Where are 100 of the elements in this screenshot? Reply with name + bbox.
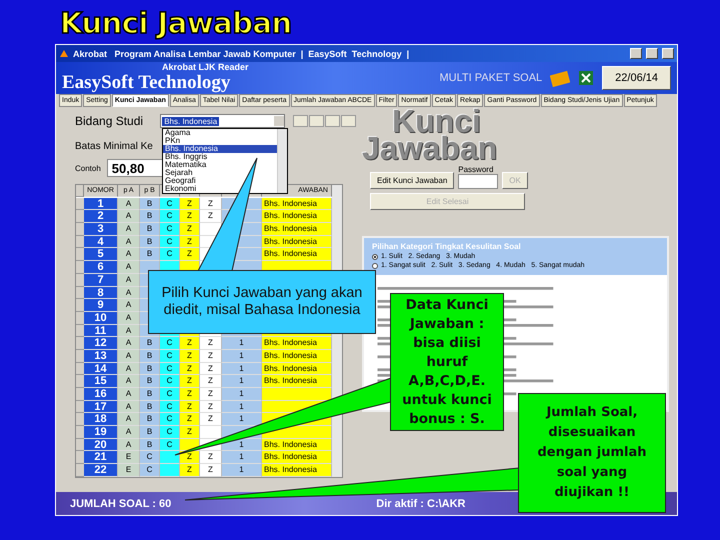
active-directory: Dir aktif : C:\AKR: [376, 498, 466, 510]
table-cell: 1: [222, 413, 262, 426]
table-cell: 21: [84, 451, 118, 464]
table-cell: Z: [200, 198, 222, 210]
table-cell: Z: [180, 248, 200, 262]
table-cell: C: [160, 400, 180, 414]
field-label: Contoh: [75, 164, 101, 172]
question-count: JUMLAH SOAL : 60: [70, 498, 172, 510]
table-cell: Bhs. Indonesia: [262, 438, 332, 452]
table-cell: 5: [84, 248, 118, 262]
table-cell: 3: [84, 223, 118, 236]
table-cell: C: [160, 362, 180, 376]
table-cell: B: [140, 438, 160, 452]
table-cell: C: [160, 223, 180, 236]
table-cell: Z: [180, 464, 200, 477]
table-cell: B: [140, 236, 160, 248]
table-cell: C: [160, 198, 180, 210]
table-cell: C: [160, 438, 180, 452]
table-cell: B: [140, 198, 160, 210]
table-cell: Z: [180, 337, 200, 350]
table-cell: C: [160, 375, 180, 388]
table-cell: B: [140, 426, 160, 439]
table-cell: 20: [84, 438, 118, 452]
table-cell: A: [118, 236, 140, 248]
table-cell: A: [118, 286, 140, 300]
slide-title: Kunci Jawaban: [60, 6, 292, 40]
table-cell: A: [118, 248, 140, 262]
table-cell: C: [160, 337, 180, 350]
table-cell: C: [140, 451, 160, 464]
table-cell: A: [118, 375, 140, 388]
table-cell: Z: [200, 375, 222, 388]
field-label: Password: [458, 165, 494, 174]
table-cell: Z: [200, 210, 222, 224]
table-cell: Z: [180, 413, 200, 426]
table-cell: Z: [180, 388, 200, 401]
table-cell: C: [160, 236, 180, 248]
table-cell: Z: [180, 375, 200, 388]
table-cell: A: [118, 350, 140, 363]
table-cell: 1: [222, 451, 262, 464]
table-cell: Z: [180, 223, 200, 236]
table-cell: Bhs. Indonesia: [262, 375, 332, 388]
table-cell: 4: [84, 236, 118, 248]
table-cell: Z: [200, 388, 222, 401]
table-cell: Z: [180, 236, 200, 248]
table-cell: Z: [180, 451, 200, 464]
table-cell: B: [140, 223, 160, 236]
table-cell: E: [118, 464, 140, 477]
table-cell: Z: [200, 362, 222, 376]
field-label: Bidang Studi: [75, 114, 144, 128]
table-cell: 14: [84, 362, 118, 376]
table-cell: Bhs. Indonesia: [262, 223, 332, 236]
table-cell: A: [118, 198, 140, 210]
table-cell: 12: [84, 337, 118, 350]
table-cell: B: [140, 362, 160, 376]
table-cell: Z: [200, 337, 222, 350]
table-cell: A: [118, 438, 140, 452]
table-cell: Z: [180, 350, 200, 363]
logo-text: Jawaban: [362, 133, 498, 163]
table-cell: C: [160, 248, 180, 262]
panel-title: Pilihan Kategori Tingkat Kesulitan Soal: [372, 242, 522, 251]
table-cell: 7: [84, 274, 118, 286]
table-cell: Bhs. Indonesia: [262, 337, 332, 350]
table-cell: Z: [200, 413, 222, 426]
table-cell: Bhs. Indonesia: [262, 248, 332, 262]
table-cell: 1: [222, 350, 262, 363]
table-cell: Bhs. Indonesia: [262, 350, 332, 363]
table-cell: C: [160, 413, 180, 426]
logo-text: Kunci: [392, 109, 481, 133]
table-cell: 6: [84, 261, 118, 274]
table-cell: 19: [84, 426, 118, 439]
table-cell: A: [118, 210, 140, 224]
table-cell: A: [118, 426, 140, 439]
table-cell: A: [118, 388, 140, 401]
table-cell: Z: [200, 350, 222, 363]
window-title: Akrobat Program Analisa Lembar Jawab Komputer | EasySoft Technology |: [73, 48, 410, 58]
table-cell: 8: [84, 286, 118, 300]
table-cell: Z: [200, 464, 222, 477]
table-cell: B: [140, 350, 160, 363]
table-cell: 1: [222, 362, 262, 376]
table-cell: 1: [222, 464, 262, 477]
field-label: Batas Minimal Ke: [75, 141, 153, 152]
table-cell: Z: [180, 400, 200, 414]
table-cell: 15: [84, 375, 118, 388]
table-cell: 11: [84, 324, 118, 338]
callout-text: Jumlah Soal, disesuaikan dengan jumlah soal yang diujikan !!: [536, 404, 648, 502]
product-subtitle: Akrobat LJK Reader: [162, 62, 249, 72]
table-cell: Bhs. Indonesia: [262, 451, 332, 464]
table-cell: Z: [200, 400, 222, 414]
table-cell: Bhs. Indonesia: [262, 362, 332, 376]
table-cell: Bhs. Indonesia: [262, 464, 332, 477]
callout-text: Data Kunci Jawaban : bisa diisi huruf A,B,C,D,E. untuk kunci bonus : S.: [401, 296, 493, 428]
table-cell: 1: [222, 388, 262, 401]
table-cell: 1: [222, 337, 262, 350]
table-cell: C: [160, 210, 180, 224]
table-cell: 2: [84, 210, 118, 224]
table-cell: Bhs. Indonesia: [262, 236, 332, 248]
table-cell: C: [160, 388, 180, 401]
table-cell: 16: [84, 388, 118, 401]
table-cell: B: [140, 388, 160, 401]
table-cell: 9: [84, 299, 118, 312]
